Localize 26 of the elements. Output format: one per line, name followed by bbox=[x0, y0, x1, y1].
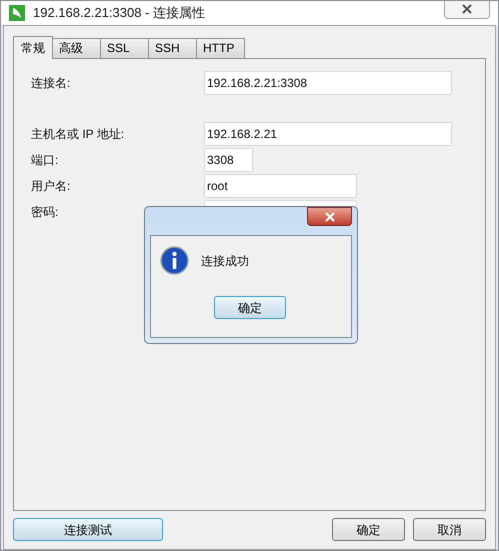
field-label: 密码: bbox=[31, 204, 60, 221]
field-label: 端口: bbox=[31, 152, 60, 169]
test-connection-button[interactable]: 连接测试 bbox=[13, 518, 163, 541]
text-field[interactable]: root bbox=[204, 174, 357, 198]
text-field[interactable]: 3308 bbox=[204, 148, 253, 172]
tab[interactable]: SSL bbox=[101, 38, 149, 58]
close-button[interactable] bbox=[444, 1, 490, 18]
field-label: 用户名: bbox=[31, 178, 72, 195]
tab[interactable]: 高级 bbox=[53, 38, 101, 58]
window-title: 192.168.2.21:3308 - 连接属性 bbox=[33, 4, 205, 22]
app-logo-icon bbox=[9, 5, 25, 21]
tab[interactable]: HTTP bbox=[197, 38, 245, 58]
text-field[interactable]: 192.168.2.21 bbox=[204, 122, 452, 146]
info-icon bbox=[160, 246, 189, 275]
text-field[interactable]: 192.168.2.21:3308 bbox=[204, 71, 452, 95]
close-button[interactable] bbox=[307, 207, 352, 226]
ok-button[interactable]: 确定 bbox=[214, 296, 286, 319]
tab[interactable]: 常规 bbox=[13, 36, 53, 59]
tab[interactable]: SSH bbox=[149, 38, 197, 58]
field-label: 主机名或 IP 地址: bbox=[31, 126, 126, 143]
close-icon bbox=[462, 4, 472, 14]
message-text: 连接成功 bbox=[201, 252, 249, 270]
cancel-button[interactable]: 取消 bbox=[413, 518, 486, 541]
close-icon bbox=[324, 212, 334, 222]
field-label: 连接名: bbox=[31, 75, 72, 92]
ok-button[interactable]: 确定 bbox=[332, 518, 405, 541]
